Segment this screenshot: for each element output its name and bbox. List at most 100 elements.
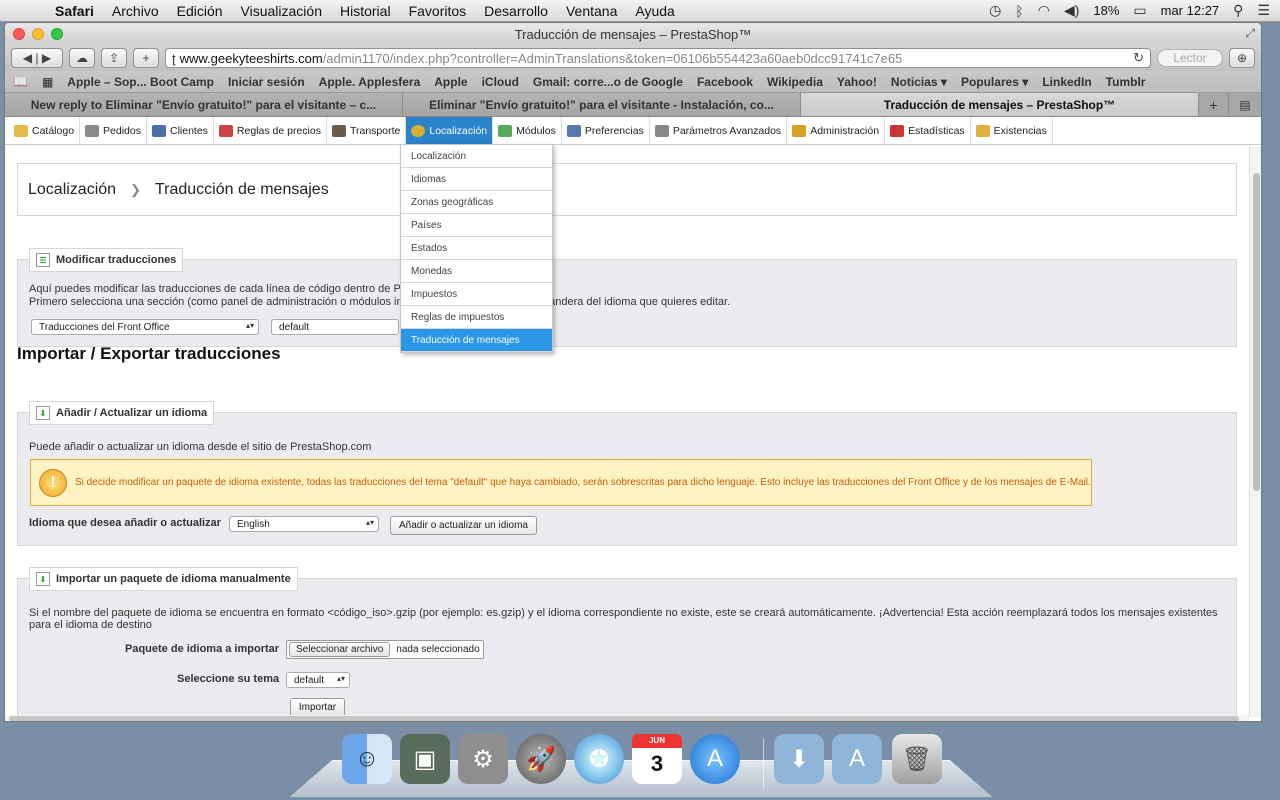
launchpad-icon[interactable]: 🚀 bbox=[516, 734, 566, 784]
browser-tab-active[interactable]: Traducción de mensajes – PrestaShop™ bbox=[801, 93, 1199, 116]
menu-catalogo[interactable]: Catálogo bbox=[9, 117, 81, 144]
menu-preferencias[interactable]: Preferencias bbox=[562, 117, 650, 144]
vertical-scrollbar[interactable] bbox=[1249, 147, 1261, 717]
bookmark-item[interactable]: LinkedIn bbox=[1042, 75, 1091, 89]
notification-center-icon[interactable]: ☰ bbox=[1257, 2, 1270, 19]
submenu-reglas-impuestos[interactable]: Reglas de impuestos bbox=[401, 306, 552, 329]
menu-favoritos[interactable]: Favoritos bbox=[400, 3, 476, 19]
photo-icon[interactable]: ▣ bbox=[400, 734, 450, 784]
import-theme-select[interactable]: default ▴▾ bbox=[286, 672, 350, 688]
menu-clientes[interactable]: Clientes bbox=[147, 117, 214, 144]
tab-overview-button[interactable]: ▤ bbox=[1229, 93, 1261, 116]
fullscreen-icon[interactable]: ⤢ bbox=[1245, 26, 1255, 41]
bookmark-item[interactable]: Apple bbox=[434, 75, 467, 89]
clock[interactable]: mar 12:27 bbox=[1161, 3, 1220, 18]
bookmark-item[interactable]: Apple. Applesfera bbox=[319, 75, 421, 89]
scrollbar-thumb[interactable] bbox=[1253, 173, 1260, 491]
legend-text: Modificar traducciones bbox=[56, 254, 177, 266]
choose-file-button[interactable]: Seleccionar archivo bbox=[289, 642, 391, 657]
modify-description-line2: Primero selecciona una sección (como pan… bbox=[29, 296, 403, 308]
submenu-idiomas[interactable]: Idiomas bbox=[401, 168, 552, 191]
wifi-icon[interactable]: ◠ bbox=[1038, 2, 1050, 19]
system-preferences-icon[interactable]: ⚙ bbox=[458, 734, 508, 784]
submenu-impuestos[interactable]: Impuestos bbox=[401, 283, 552, 306]
applications-folder-icon[interactable]: A bbox=[832, 734, 882, 784]
bookmark-item[interactable]: Tumblr bbox=[1106, 75, 1146, 89]
submenu-paises[interactable]: Países bbox=[401, 214, 552, 237]
package-label: Paquete de idioma a importar bbox=[125, 643, 280, 655]
back-forward-button[interactable]: ◀ | ▶ bbox=[11, 48, 63, 68]
bookmark-item[interactable]: Yahoo! bbox=[837, 75, 877, 89]
time-machine-icon[interactable]: ◷ bbox=[989, 2, 1001, 19]
share-button[interactable]: ⇪ bbox=[101, 48, 127, 68]
menu-edicion[interactable]: Edición bbox=[168, 3, 232, 19]
menu-modulos[interactable]: Módulos bbox=[493, 117, 562, 144]
submenu-estados[interactable]: Estados bbox=[401, 237, 552, 260]
calendar-icon[interactable]: JUN 3 bbox=[632, 734, 682, 784]
breadcrumb-parent[interactable]: Localización bbox=[28, 181, 116, 199]
menu-desarrollo[interactable]: Desarrollo bbox=[475, 3, 557, 19]
bookmark-item[interactable]: Facebook bbox=[697, 75, 753, 89]
downloads-button[interactable]: ⊕ bbox=[1229, 48, 1255, 68]
browser-tab[interactable]: Eliminar "Envío gratuito!" para el visit… bbox=[403, 93, 801, 116]
bluetooth-icon[interactable]: ᛒ bbox=[1015, 3, 1023, 19]
app-store-icon[interactable]: A bbox=[690, 734, 740, 784]
reload-icon[interactable]: ↻ bbox=[1133, 50, 1144, 66]
close-window-button[interactable] bbox=[13, 28, 25, 40]
add-bookmark-button[interactable]: + bbox=[133, 48, 159, 68]
bookmark-item[interactable]: iCloud bbox=[482, 75, 519, 89]
bookmark-item[interactable]: Iniciar sesión bbox=[228, 75, 305, 89]
menu-historial[interactable]: Historial bbox=[331, 3, 400, 19]
minimize-window-button[interactable] bbox=[32, 28, 44, 40]
menu-ventana[interactable]: Ventana bbox=[557, 3, 626, 19]
new-tab-button[interactable]: + bbox=[1199, 93, 1229, 116]
reader-button[interactable]: Lector bbox=[1157, 49, 1223, 67]
downloads-folder-icon[interactable]: ⬇ bbox=[774, 734, 824, 784]
key-icon bbox=[792, 124, 807, 137]
back-arrow-icon[interactable]: ◀ bbox=[23, 51, 32, 65]
spotlight-icon[interactable]: ⚲ bbox=[1233, 2, 1243, 19]
battery-icon[interactable]: ▭ bbox=[1133, 2, 1146, 19]
submenu-monedas[interactable]: Monedas bbox=[401, 260, 552, 283]
theme-select[interactable]: default bbox=[271, 319, 399, 335]
submenu-traduccion-mensajes[interactable]: Traducción de mensajes bbox=[401, 329, 552, 352]
submenu-zonas[interactable]: Zonas geográficas bbox=[401, 191, 552, 214]
manual-import-panel: ⬇ Importar un paquete de idioma manualmen… bbox=[17, 567, 1237, 721]
menu-transporte[interactable]: Transporte bbox=[327, 117, 407, 144]
bookmark-item[interactable]: Wikipedia bbox=[767, 75, 823, 89]
menu-pedidos[interactable]: Pedidos bbox=[80, 117, 147, 144]
bookmark-item[interactable]: Apple – Sop... Boot Camp bbox=[67, 75, 214, 89]
volume-icon[interactable]: ◀) bbox=[1064, 2, 1079, 19]
forward-arrow-icon[interactable]: ▶ bbox=[42, 51, 51, 65]
menu-reglas-precios[interactable]: Reglas de precios bbox=[214, 117, 327, 144]
horizontal-scrollbar[interactable] bbox=[5, 715, 1249, 721]
menu-archivo[interactable]: Archivo bbox=[103, 3, 168, 19]
safari-icon[interactable]: ✪ bbox=[574, 734, 624, 784]
top-sites-icon[interactable]: ▦ bbox=[42, 75, 53, 89]
zoom-window-button[interactable] bbox=[51, 28, 63, 40]
menu-estadisticas[interactable]: Estadísticas bbox=[885, 117, 971, 144]
bookmark-item[interactable]: Gmail: corre...o de Google bbox=[533, 75, 683, 89]
reading-list-icon[interactable]: 📖 bbox=[13, 75, 28, 89]
menu-label: Módulos bbox=[516, 124, 556, 137]
menu-administracion[interactable]: Administración bbox=[787, 117, 886, 144]
language-select[interactable]: English ▴▾ bbox=[229, 516, 379, 532]
bookmark-item[interactable]: Noticias ▾ bbox=[891, 75, 947, 89]
address-bar[interactable]: ʈ www.geekyteeshirts.com/admin1170/index… bbox=[165, 48, 1151, 68]
icloud-tabs-button[interactable]: ☁ bbox=[69, 48, 95, 68]
menu-ayuda[interactable]: Ayuda bbox=[626, 3, 683, 19]
menu-parametros-avanzados[interactable]: Parámetros Avanzados bbox=[650, 117, 788, 144]
trash-icon[interactable]: 🗑 bbox=[892, 734, 942, 784]
menu-label: Existencias bbox=[993, 124, 1047, 137]
tab-title: New reply to Eliminar "Envío gratuito!" … bbox=[30, 97, 377, 112]
browser-tab[interactable]: New reply to Eliminar "Envío gratuito!" … bbox=[5, 93, 403, 116]
add-update-language-button[interactable]: Añadir o actualizar un idioma bbox=[390, 516, 537, 535]
finder-icon[interactable]: ☺ bbox=[342, 734, 392, 784]
submenu-localizacion[interactable]: Localización bbox=[401, 145, 552, 168]
menu-existencias[interactable]: Existencias bbox=[971, 117, 1053, 144]
translation-type-select[interactable]: Traducciones del Front Office ▴▾ bbox=[31, 319, 259, 335]
bookmark-item[interactable]: Populares ▾ bbox=[961, 75, 1028, 89]
menu-app-safari[interactable]: Safari bbox=[46, 3, 103, 19]
menu-localizacion[interactable]: Localización bbox=[406, 117, 494, 144]
menu-visualizacion[interactable]: Visualización bbox=[232, 3, 331, 19]
